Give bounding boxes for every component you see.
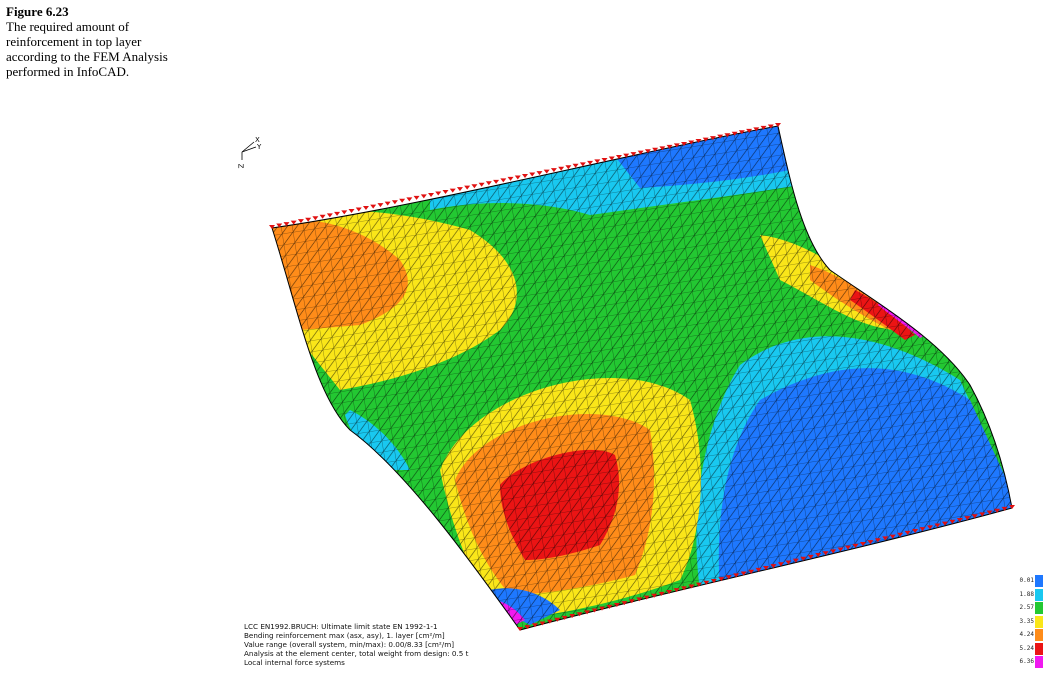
support-marker	[543, 169, 550, 174]
support-marker	[348, 208, 355, 213]
support-marker	[522, 174, 528, 178]
contour-fill-group	[272, 126, 1012, 630]
support-marker	[355, 207, 362, 212]
support-marker	[558, 166, 565, 171]
support-marker	[464, 185, 471, 190]
color-legend: 0.01 1.88 2.57 3.35 4.24 5.24 6.36	[1012, 574, 1046, 670]
legend-swatch	[1035, 602, 1043, 614]
support-marker	[529, 172, 536, 177]
support-marker	[297, 219, 304, 224]
support-marker	[536, 171, 543, 176]
info-line-2: Bending reinforcement max (asx, asy), 1.…	[244, 631, 445, 640]
reinforcement-contour-plot	[269, 123, 1015, 631]
support-marker	[326, 213, 333, 218]
legend-swatch	[1035, 656, 1043, 668]
support-marker	[428, 192, 435, 197]
support-marker	[507, 176, 514, 181]
support-marker	[500, 178, 507, 183]
info-line-3: Value range (overall system, min/max): 0…	[244, 640, 454, 649]
support-marker	[565, 165, 572, 170]
legend-swatch	[1035, 588, 1043, 601]
support-marker	[514, 175, 521, 180]
legend-label: 6.36	[1019, 658, 1034, 665]
support-marker	[493, 179, 500, 184]
support-marker	[370, 204, 377, 209]
legend-swatch	[1035, 575, 1043, 587]
info-line-5: Local internal force systems	[244, 658, 345, 667]
fem-mesh-overlay	[272, 126, 1012, 630]
legend-label: 0.01	[1019, 577, 1034, 584]
legend-label: 5.24	[1019, 644, 1034, 652]
legend-swatch	[1035, 642, 1043, 655]
legend-swatch	[1035, 629, 1043, 641]
support-marker	[485, 181, 492, 186]
support-marker	[319, 214, 326, 219]
info-line-4: Analysis at the element center, total we…	[244, 649, 469, 658]
support-marker	[377, 203, 384, 208]
support-marker	[334, 211, 341, 216]
support-marker	[305, 217, 312, 222]
legend-swatch	[1035, 615, 1043, 628]
support-marker	[341, 210, 348, 215]
support-marker	[312, 216, 319, 221]
support-marker	[406, 197, 413, 202]
support-marker	[391, 200, 398, 205]
analysis-info: LCC EN1992.BRUCH: Ultimate limit state E…	[244, 622, 574, 667]
legend-label: 2.57	[1019, 604, 1034, 611]
support-marker	[449, 188, 456, 193]
legend-label: 1.88	[1019, 590, 1034, 598]
legend-label: 3.35	[1019, 617, 1034, 625]
support-marker	[413, 195, 420, 200]
support-marker	[399, 198, 406, 203]
support-marker	[362, 206, 369, 211]
support-marker	[478, 182, 485, 187]
support-marker	[456, 187, 463, 192]
support-marker	[420, 194, 427, 199]
support-marker	[435, 191, 442, 196]
info-line-1: LCC EN1992.BRUCH: Ultimate limit state E…	[244, 622, 438, 631]
legend-label: 4.24	[1019, 631, 1034, 638]
support-marker	[384, 201, 391, 206]
support-marker	[471, 184, 478, 189]
support-marker	[442, 190, 449, 195]
support-marker	[550, 168, 557, 173]
